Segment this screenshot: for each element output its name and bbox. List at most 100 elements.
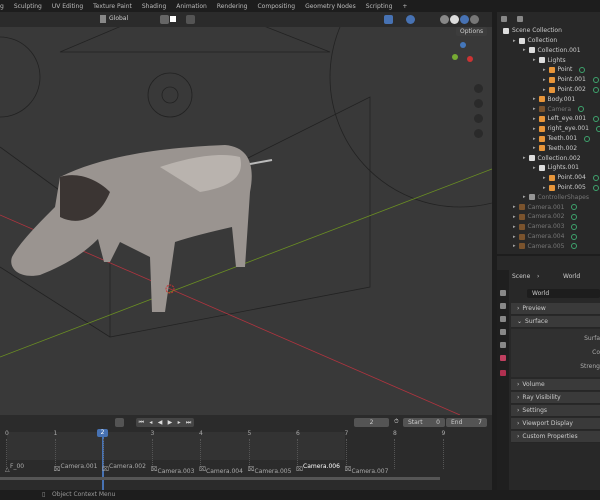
panel-surface[interactable]: ⌄ Surface [511,316,600,328]
expand-arrow-icon[interactable]: ▸ [543,77,546,83]
data-icon[interactable] [595,125,600,132]
workspace-tab[interactable]: Shading [142,3,166,10]
marker-label[interactable]: Camera.001 [61,463,98,470]
expand-arrow-icon[interactable]: ▸ [513,234,516,240]
data-icon[interactable] [592,174,599,181]
camera-marker-icon[interactable]: ⌧ [345,466,352,473]
shading-material[interactable] [460,15,469,24]
playback-controls[interactable]: ⏮ ◂ ◀ ▶ ▸ ⏭ [136,418,194,427]
proportional-edit-button[interactable] [186,15,195,24]
outliner-item[interactable]: ▸ Left_eye.001 [533,114,600,124]
data-icon[interactable] [584,135,591,142]
outliner-item[interactable]: ▸ right_eye.001 [533,124,600,134]
outliner-item[interactable]: ▸ Point.004 [543,173,599,183]
marker-icon[interactable]: △ [5,466,10,473]
outliner-item[interactable]: ▸ Point.002 [543,85,599,95]
outliner-item[interactable]: Scene Collection [503,26,562,36]
start-frame-field[interactable]: Start 0 [403,418,445,427]
snap-target-icon[interactable] [170,16,176,22]
output-tab-icon[interactable] [500,316,506,322]
render-tab-icon[interactable] [500,303,506,309]
outliner-item[interactable]: ▸ Camera [533,104,585,114]
workspace-tab[interactable]: UV Editing [52,3,83,10]
snap-button[interactable] [160,15,169,24]
shading-rendered[interactable] [470,15,479,24]
outliner-item[interactable]: ▸ Collection [513,36,557,46]
view-layer-tab-icon[interactable] [500,329,506,335]
workspace-tab[interactable]: Compositing [257,3,295,10]
panel-settings[interactable]: › Settings [511,405,600,417]
display-mode-icon[interactable] [501,16,507,22]
world-tab-icon[interactable] [500,355,506,361]
options-dropdown[interactable]: Options [456,27,488,36]
zoom-icon[interactable] [474,84,483,93]
data-icon[interactable] [593,115,600,122]
expand-arrow-icon[interactable]: ▸ [543,67,546,73]
outliner-item[interactable]: ▸ Collection.001 [523,46,581,56]
filter-icon[interactable] [517,16,523,22]
transform-orientation-dropdown[interactable]: Global [109,15,128,22]
outliner-item[interactable]: ▸ Camera.005 [513,242,578,252]
expand-arrow-icon[interactable]: ▸ [533,165,536,171]
outliner[interactable]: Scene Collection ▸ Collection ▸ Collection.0… [497,12,600,254]
outliner-item[interactable]: ▸ Teeth.002 [533,144,577,154]
outliner-item[interactable]: ▸ Point.005 [543,183,599,193]
panel-viewport-display[interactable]: › Viewport Display [511,418,600,430]
expand-arrow-icon[interactable]: ▸ [533,106,536,112]
world-name-field[interactable]: World [527,289,600,298]
marker-label[interactable]: Camera.003 [158,468,195,475]
playhead-frame[interactable]: 2 [97,429,108,437]
outliner-item[interactable]: ▸ Collection.002 [523,153,581,163]
data-icon[interactable] [571,204,578,211]
expand-arrow-icon[interactable]: ▸ [533,145,536,151]
jump-end-icon[interactable]: ⏭ [186,419,191,427]
outliner-item[interactable]: ▸ Camera.001 [513,202,578,212]
timeline[interactable]: 2 0 1 3 4 5 6 7 8 9 F_00 △ Camera.001 ⌧ Camera.002 ⌧ Ca… [0,429,492,490]
outliner-item[interactable]: ▸ Lights [533,55,566,65]
expand-arrow-icon[interactable]: ▸ [513,204,516,210]
properties-editor[interactable]: Scene › World World › Preview ⌄ Surface Su… [497,256,600,490]
panel-custom-properties[interactable]: › Custom Properties [511,431,600,443]
expand-arrow-icon[interactable]: ▸ [543,175,546,181]
workspace-tab[interactable]: Scripting [366,3,393,10]
camera-marker-icon[interactable]: ⌧ [199,466,206,473]
data-icon[interactable] [571,223,578,230]
outliner-item[interactable]: ▸ ControllerShapes [523,193,589,203]
3d-viewport[interactable]: Options [0,27,492,415]
expand-arrow-icon[interactable]: ▸ [513,243,516,249]
expand-arrow-icon[interactable]: ▸ [533,116,536,122]
data-icon[interactable] [592,184,599,191]
expand-arrow-icon[interactable]: ▸ [533,136,536,142]
marker-label[interactable]: Camera.004 [206,468,243,475]
next-key-icon[interactable]: ▸ [178,419,181,426]
record-button[interactable] [115,418,124,427]
expand-arrow-icon[interactable]: ▸ [513,38,516,44]
workspace-tab[interactable]: Geometry Nodes [305,3,356,10]
jump-start-icon[interactable]: ⏮ [139,419,144,427]
data-icon[interactable] [578,106,585,113]
pan-hand-icon[interactable] [474,99,483,108]
texture-tab-icon[interactable] [500,370,506,376]
current-frame-field[interactable]: 2 [354,418,389,427]
tool-tab-icon[interactable] [500,290,506,296]
workspace-tab[interactable]: Animation [176,3,207,10]
expand-arrow-icon[interactable]: ▸ [543,87,546,93]
expand-arrow-icon[interactable]: ▸ [533,96,536,102]
expand-arrow-icon[interactable]: ▸ [543,185,546,191]
timeline-scrollbar[interactable] [0,477,440,480]
data-icon[interactable] [579,66,586,73]
grid-projection-icon[interactable] [474,129,483,138]
expand-arrow-icon[interactable]: ▸ [523,155,526,161]
outliner-item[interactable]: ▸ Body.001 [533,95,575,105]
camera-marker-icon[interactable]: ⌧ [102,466,109,473]
workspace-tab[interactable]: Rendering [217,3,248,10]
expand-arrow-icon[interactable]: ▸ [523,47,526,53]
outliner-item[interactable]: ▸ Point [543,65,586,75]
marker-label[interactable]: F_00 [10,463,24,470]
prev-key-icon[interactable]: ◂ [149,419,152,426]
camera-marker-icon[interactable]: ⌧ [151,466,158,473]
expand-arrow-icon[interactable]: ▸ [533,57,536,63]
expand-arrow-icon[interactable]: ▸ [533,126,536,132]
workspace-tab[interactable]: Texture Paint [93,3,132,10]
expand-arrow-icon[interactable]: ▸ [523,194,526,200]
